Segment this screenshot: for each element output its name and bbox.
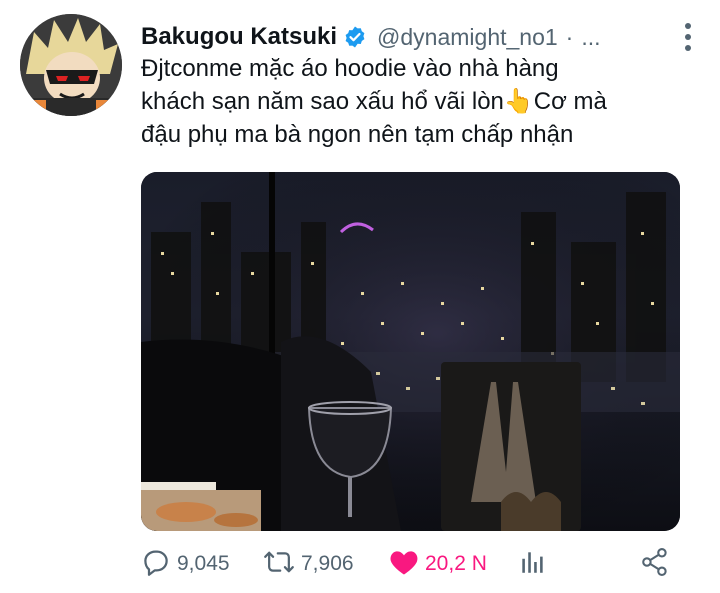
display-name[interactable]: Bakugou Katsuki — [141, 23, 337, 51]
tweet-text-line: Ðjtconme mặc áo hoodie vào nhà hàng — [141, 55, 559, 82]
analytics-icon — [519, 548, 545, 581]
tweet-header: Bakugou Katsuki @dynamight_no1 · ... — [141, 20, 706, 54]
tweet-text: Ðjtconme mặc áo hoodie vào nhà hàng khác… — [141, 52, 706, 151]
tweet-text-line: khách sạn năm sao xấu hổ vãi lòn👆Cơ mà — [141, 88, 607, 115]
share-button[interactable] — [641, 544, 669, 584]
separator-dot: · — [565, 23, 574, 50]
share-icon — [641, 547, 669, 582]
tweet-text-line: đậu phụ ma bà ngon nên tạm chấp nhận — [141, 121, 574, 148]
avatar[interactable] — [20, 14, 122, 116]
tweet-actions: 9,045 7,906 20,2 N — [141, 544, 701, 584]
more-vertical-icon[interactable] — [680, 21, 696, 53]
like-heart-icon — [389, 548, 419, 581]
avatar-image — [20, 14, 122, 116]
reply-count: 9,045 — [177, 552, 230, 575]
reply-icon — [141, 547, 171, 582]
analytics-button[interactable] — [519, 544, 545, 584]
city-night-photo — [141, 172, 680, 531]
like-count: 20,2 N — [425, 552, 487, 575]
like-button[interactable]: 20,2 N — [389, 544, 487, 584]
retweet-icon — [263, 547, 295, 582]
verified-badge-icon — [343, 25, 367, 49]
retweet-count: 7,906 — [301, 552, 354, 575]
tweet-photo[interactable] — [141, 172, 680, 531]
reply-button[interactable]: 9,045 — [141, 544, 230, 584]
user-handle[interactable]: @dynamight_no1 — [377, 24, 558, 51]
retweet-button[interactable]: 7,906 — [263, 544, 354, 584]
truncated-timestamp[interactable]: ... — [581, 24, 600, 51]
